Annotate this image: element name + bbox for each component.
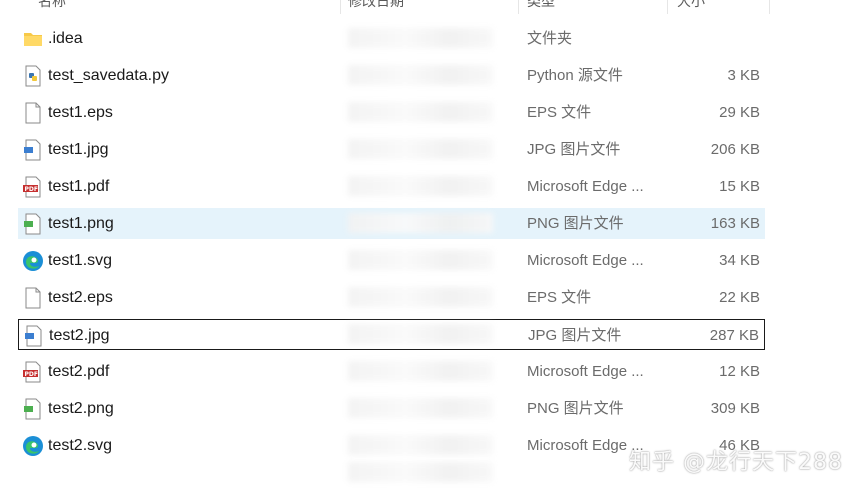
file-row[interactable]: test1.jpg JPG 图片文件 206 KB [18,134,765,165]
file-name: test_savedata.py [48,67,169,84]
blank-file-icon [22,102,44,124]
svg-text:PDF: PDF [25,186,38,193]
file-size: 29 KB [719,104,760,121]
file-type: JPG 图片文件 [527,141,621,158]
file-size: 206 KB [710,141,760,158]
file-row[interactable]: test2.jpg JPG 图片文件 287 KB [18,319,765,350]
file-size: 3 KB [727,67,760,84]
file-name: test2.svg [48,437,113,454]
jpg-file-icon [22,139,44,161]
file-row[interactable]: test2.eps EPS 文件 22 KB [18,282,765,313]
file-row[interactable]: PDF test1.pdf Microsoft Edge ... 15 KB [18,171,765,202]
file-name: test1.jpg [48,141,109,158]
file-explorer-window: 名称 修改日期 类型 大小 .idea 文件夹 test_savedata.py… [0,0,865,493]
file-type: PNG 图片文件 [527,400,624,417]
column-header-size-label: 大小 [677,0,705,9]
file-name: test2.png [48,400,114,417]
edge-icon [22,250,44,272]
file-type: PNG 图片文件 [527,215,624,232]
file-name: test2.eps [48,289,113,306]
column-header-name[interactable]: 名称 [38,0,341,14]
file-name: test1.eps [48,104,113,121]
column-header-name-label: 名称 [38,0,66,9]
file-size: 287 KB [709,327,759,344]
file-name: test1.svg [48,252,113,269]
column-header-size[interactable]: 大小 [677,0,770,14]
file-type: Microsoft Edge ... [527,363,644,380]
column-header-type[interactable]: 类型 [527,0,668,14]
file-name: test2.pdf [48,363,110,380]
file-row[interactable]: .idea 文件夹 [18,23,765,54]
file-size: 12 KB [719,363,760,380]
png-file-icon [22,213,44,235]
file-size: 22 KB [719,289,760,306]
file-name: test1.png [48,215,114,232]
file-type: Microsoft Edge ... [527,437,644,454]
column-header: 名称 修改日期 类型 大小 [0,0,770,14]
folder-icon [22,28,44,50]
file-type: 文件夹 [527,30,573,47]
python-file-icon [22,65,44,87]
file-row[interactable]: test1.svg Microsoft Edge ... 34 KB [18,245,765,276]
file-row[interactable]: test_savedata.py Python 源文件 3 KB [18,60,765,91]
file-type: Python 源文件 [527,67,623,84]
column-header-date-label: 修改日期 [348,0,404,9]
file-type: JPG 图片文件 [528,327,622,344]
file-size: 15 KB [719,178,760,195]
file-name: test1.pdf [48,178,110,195]
file-name: .idea [48,30,83,47]
file-row[interactable]: PDF test2.pdf Microsoft Edge ... 12 KB [18,356,765,387]
column-header-date[interactable]: 修改日期 [348,0,519,14]
file-type: Microsoft Edge ... [527,252,644,269]
file-size: 163 KB [710,215,760,232]
file-type: EPS 文件 [527,289,592,306]
file-size: 309 KB [710,400,760,417]
blank-file-icon [22,287,44,309]
pdf-file-icon: PDF [22,361,44,383]
edge-icon [22,435,44,457]
pdf-file-icon: PDF [22,176,44,198]
file-row[interactable]: test2.png PNG 图片文件 309 KB [18,393,765,424]
file-type: EPS 文件 [527,104,592,121]
column-header-type-label: 类型 [527,0,555,9]
file-row[interactable]: test1.eps EPS 文件 29 KB [18,97,765,128]
svg-text:PDF: PDF [25,371,38,378]
file-row[interactable]: test1.png PNG 图片文件 163 KB [18,208,765,239]
jpg-file-icon [23,325,45,347]
watermark: 知乎 @龙行天下288 [629,450,843,475]
file-type: Microsoft Edge ... [527,178,644,195]
file-name: test2.jpg [49,327,110,344]
png-file-icon [22,398,44,420]
file-size: 34 KB [719,252,760,269]
